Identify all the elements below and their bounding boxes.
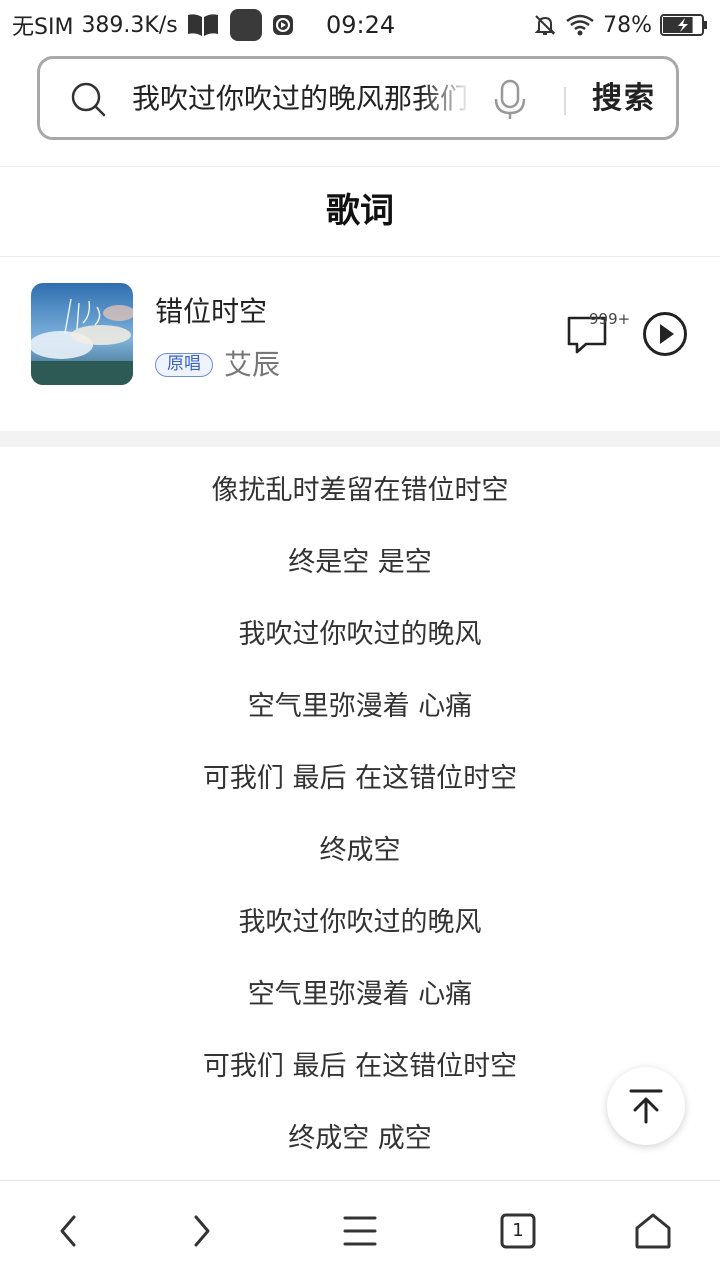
menu-button[interactable]	[338, 1209, 382, 1253]
search-input[interactable]: 我吹过你吹过的晚风那我们	[132, 79, 472, 119]
menu-icon	[343, 1216, 377, 1246]
original-badge: 原唱	[155, 353, 213, 377]
book-icon	[187, 14, 218, 37]
lyric-line: 可我们 最后 在这错位时空	[202, 763, 518, 794]
lyric-line: 空气里弥漫着 心痛	[247, 979, 473, 1010]
search-divider	[564, 87, 566, 115]
clock: 09:24	[326, 11, 396, 39]
search-icon[interactable]	[70, 81, 106, 117]
lyric-line: 我吹过你吹过的晚风	[238, 907, 482, 938]
record-icon	[272, 15, 293, 35]
album-art[interactable]	[31, 283, 133, 385]
sim-status: 无SIM	[12, 15, 74, 40]
app-icon	[229, 9, 262, 41]
battery-icon	[660, 14, 707, 36]
status-bar: 无SIM 389.3K/s 09:24 78%	[0, 0, 720, 50]
play-icon[interactable]	[642, 311, 688, 357]
home-icon	[635, 1213, 671, 1249]
search-box[interactable]: 我吹过你吹过的晚风那我们 搜索	[37, 56, 679, 140]
lyric-line: 空气里弥漫着 心痛	[247, 691, 473, 722]
comment-count: 999+	[589, 310, 631, 328]
back-button[interactable]	[46, 1209, 90, 1253]
arrow-up-icon	[629, 1089, 663, 1124]
tabs-button[interactable]: 1	[496, 1209, 540, 1253]
tab-count: 1	[512, 1220, 524, 1241]
section-title: 歌词	[326, 191, 394, 231]
net-speed: 389.3K/s	[81, 12, 178, 38]
back-icon	[60, 1215, 76, 1247]
artist-name[interactable]: 艾辰	[224, 346, 280, 384]
back-to-top-button[interactable]	[607, 1067, 685, 1145]
home-button[interactable]	[631, 1209, 675, 1253]
lyric-line: 我吹过你吹过的晚风	[238, 619, 482, 650]
battery-percent: 78%	[603, 12, 652, 38]
lyric-line: 终成空	[319, 835, 401, 866]
song-title[interactable]: 错位时空	[155, 292, 267, 332]
mic-icon[interactable]	[492, 79, 528, 121]
section-separator	[0, 431, 720, 447]
lyric-line: 像扰乱时差留在错位时空	[211, 475, 509, 506]
divider	[0, 256, 720, 257]
forward-button[interactable]	[180, 1209, 224, 1253]
lyric-line: 终是空 是空	[288, 547, 432, 578]
mute-icon	[534, 15, 556, 35]
status-right: 78%	[533, 10, 708, 40]
forward-icon	[194, 1215, 210, 1247]
wifi-icon	[566, 14, 594, 36]
lyrics-list: 像扰乱时差留在错位时空 终是空 是空 我吹过你吹过的晚风 空气里弥漫着 心痛 可…	[0, 455, 720, 1175]
divider	[0, 166, 720, 167]
bottom-nav: 1	[0, 1180, 720, 1281]
search-button[interactable]: 搜索	[592, 77, 656, 121]
status-left: 无SIM 389.3K/s	[12, 9, 294, 41]
